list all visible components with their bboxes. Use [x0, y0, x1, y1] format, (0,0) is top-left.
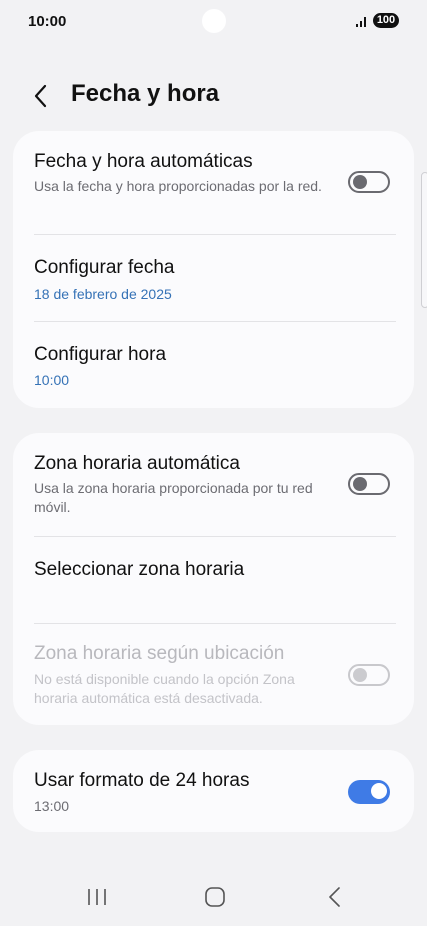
format-card: Usar formato de 24 horas 13:00	[13, 750, 414, 832]
home-icon[interactable]	[202, 884, 228, 910]
back-icon[interactable]	[322, 884, 348, 910]
location-timezone-title: Zona horaria según ubicación	[34, 643, 285, 664]
page-title: Fecha y hora	[71, 80, 220, 107]
timezone-card: Zona horaria automática Usa la zona hora…	[13, 433, 414, 725]
scroll-indicator[interactable]	[421, 172, 427, 308]
toggle-knob	[371, 783, 387, 799]
set-date-row[interactable]: Configurar fecha 18 de febrero de 2025	[13, 235, 414, 321]
use-24h-row[interactable]: Usar formato de 24 horas 13:00	[13, 750, 414, 832]
auto-datetime-row[interactable]: Fecha y hora automáticas Usa la fecha y …	[13, 131, 414, 234]
use-24h-title: Usar formato de 24 horas	[34, 770, 250, 791]
datetime-card: Fecha y hora automáticas Usa la fecha y …	[13, 131, 414, 408]
toggle-knob	[353, 477, 367, 491]
set-date-value: 18 de febrero de 2025	[34, 286, 172, 302]
use-24h-value: 13:00	[34, 798, 70, 814]
auto-datetime-title: Fecha y hora automáticas	[34, 151, 253, 172]
back-arrow-icon[interactable]	[30, 82, 54, 110]
select-timezone-title: Seleccionar zona horaria	[34, 559, 245, 580]
auto-datetime-toggle[interactable]	[348, 171, 390, 193]
select-timezone-row[interactable]: Seleccionar zona horaria	[13, 537, 414, 623]
use-24h-toggle[interactable]	[348, 780, 390, 804]
set-date-title: Configurar fecha	[34, 257, 175, 278]
set-time-value: 10:00	[34, 372, 70, 388]
toggle-knob	[353, 175, 367, 189]
set-time-row[interactable]: Configurar hora 10:00	[13, 322, 414, 408]
signal-icon	[356, 17, 366, 27]
location-timezone-row: Zona horaria según ubicación No está dis…	[13, 624, 414, 725]
set-time-title: Configurar hora	[34, 344, 167, 365]
status-bar: 10:00 100	[0, 0, 427, 44]
camera-cutout	[202, 9, 226, 33]
page-header: Fecha y hora	[0, 74, 427, 118]
location-timezone-subtitle: No está disponible cuando la opción Zona…	[34, 671, 295, 706]
navigation-bar	[0, 868, 427, 926]
auto-timezone-subtitle: Usa la zona horaria proporcionada por tu…	[34, 480, 313, 515]
status-time: 10:00	[28, 13, 67, 30]
toggle-knob	[353, 668, 367, 682]
auto-timezone-row[interactable]: Zona horaria automática Usa la zona hora…	[13, 433, 414, 536]
recent-apps-icon[interactable]	[84, 884, 110, 910]
auto-timezone-title: Zona horaria automática	[34, 453, 240, 474]
battery-indicator: 100	[373, 13, 399, 28]
location-timezone-toggle	[348, 664, 390, 686]
auto-timezone-toggle[interactable]	[348, 473, 390, 495]
auto-datetime-subtitle: Usa la fecha y hora proporcionadas por l…	[34, 178, 322, 194]
